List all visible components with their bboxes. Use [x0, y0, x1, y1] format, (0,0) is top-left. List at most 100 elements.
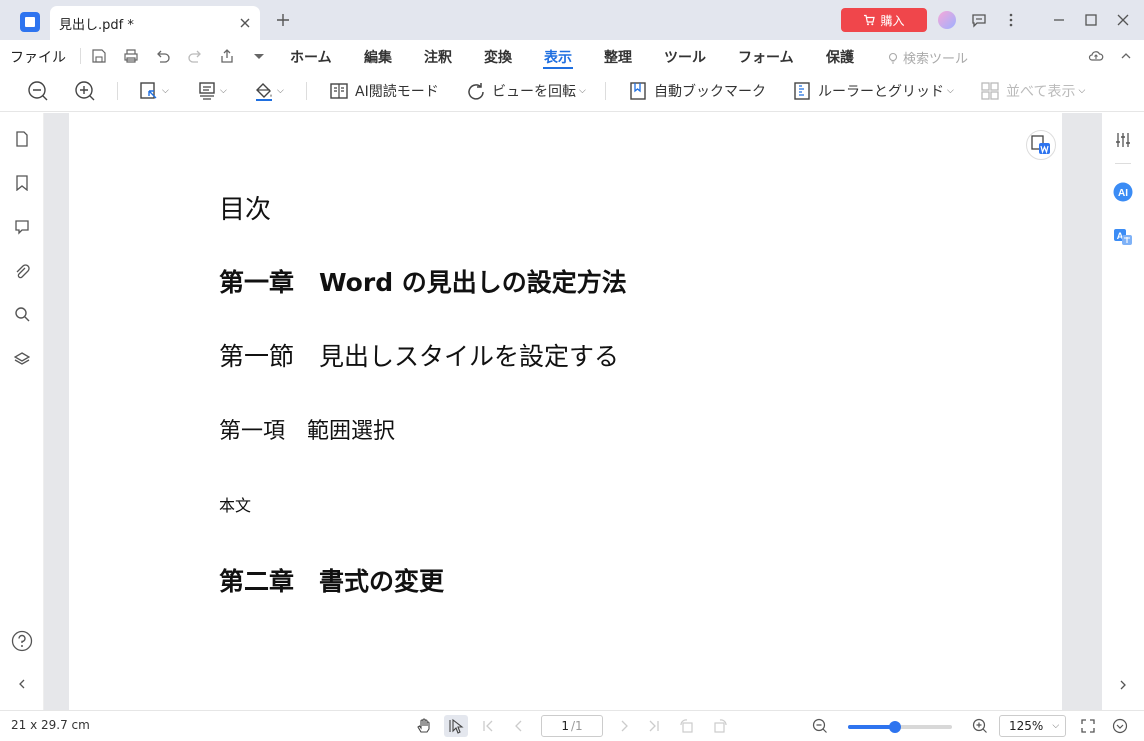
select-area-icon	[140, 82, 157, 99]
right-sidebar: AI A	[1102, 113, 1144, 710]
divider	[605, 82, 606, 100]
cloud-upload-icon[interactable]	[1088, 48, 1104, 64]
new-tab-icon[interactable]	[275, 12, 291, 28]
auto-bookmark-button[interactable]: 自動ブックマーク	[628, 80, 766, 102]
chevron-down-icon: ⌵	[1078, 86, 1086, 96]
comments-icon[interactable]	[14, 219, 30, 235]
thumbnails-icon[interactable]	[14, 131, 30, 147]
user-avatar[interactable]	[938, 11, 956, 29]
chapter-1-heading: 第一章 Word の見出しの設定方法	[219, 268, 627, 297]
current-page: 1	[561, 719, 569, 733]
chevron-down-icon: ⌵	[579, 86, 586, 96]
translate-icon[interactable]: A	[1113, 227, 1133, 247]
menu-edit[interactable]: 編集	[364, 47, 392, 67]
app-logo	[20, 12, 40, 32]
ai-assistant-icon[interactable]: AI	[1113, 182, 1133, 202]
fit-page-icon[interactable]	[1080, 718, 1096, 734]
zoom-level-select[interactable]: 125% ⌵	[999, 715, 1066, 737]
zoom-in-icon[interactable]	[74, 80, 96, 102]
last-page-icon[interactable]	[646, 718, 662, 734]
menu-file[interactable]: ファイル	[10, 47, 66, 67]
page-number-input[interactable]: 1 /1	[541, 715, 603, 737]
status-zoom-in-icon[interactable]	[972, 718, 988, 734]
page-layout-icon	[199, 82, 215, 100]
save-icon[interactable]	[91, 48, 107, 64]
side-by-side-dropdown[interactable]: 並べて表示 ⌵	[980, 80, 1085, 102]
hand-tool-icon[interactable]	[416, 718, 432, 734]
document-tab[interactable]: 見出し.pdf *	[50, 6, 260, 40]
feedback-icon[interactable]	[971, 12, 987, 28]
page-options-icon[interactable]	[1112, 718, 1128, 734]
select-tool-dropdown[interactable]: ⌵	[139, 80, 169, 102]
quick-access-dropdown-icon[interactable]	[251, 48, 267, 64]
collapse-right-icon[interactable]	[1114, 676, 1132, 694]
word-convert-icon	[1031, 135, 1050, 154]
chevron-down-icon: ⌵	[947, 86, 954, 96]
menu-home[interactable]: ホーム	[290, 47, 332, 67]
toc-heading: 目次	[219, 195, 272, 225]
body-text: 本文	[219, 496, 252, 515]
select-cursor-icon[interactable]	[448, 718, 464, 734]
chevron-down-icon: ⌵	[220, 86, 227, 96]
previous-page-icon[interactable]	[511, 718, 527, 734]
chapter-2-heading: 第二章 書式の変更	[219, 567, 445, 596]
document-canvas[interactable]: 目次 第一章 Word の見出しの設定方法 第一節 見出しスタイルを設定する 第…	[44, 113, 1102, 710]
search-tools-label: 検索ツール	[903, 52, 969, 67]
share-icon[interactable]	[219, 48, 235, 64]
close-tab-icon[interactable]	[238, 16, 252, 30]
minimize-icon[interactable]	[1051, 12, 1067, 28]
redo-icon[interactable]	[187, 48, 203, 64]
ruler-icon	[794, 82, 810, 100]
divider	[80, 48, 81, 64]
page-display-dropdown[interactable]: ⌵	[197, 80, 227, 102]
rotate-view-label: ビューを回転	[492, 84, 576, 100]
maximize-icon[interactable]	[1083, 12, 1099, 28]
bookmarks-icon[interactable]	[14, 175, 30, 191]
ruler-grid-dropdown[interactable]: ルーラーとグリッド ⌵	[792, 80, 954, 102]
status-zoom-out-icon[interactable]	[812, 718, 828, 734]
pdf-page[interactable]: 目次 第一章 Word の見出しの設定方法 第一節 見出しスタイルを設定する 第…	[69, 113, 1062, 710]
bookmark-icon	[630, 82, 646, 100]
book-icon	[330, 83, 348, 99]
zoom-slider-knob[interactable]	[888, 721, 901, 733]
properties-sliders-icon[interactable]	[1114, 131, 1132, 149]
more-options-icon[interactable]	[1003, 12, 1019, 28]
first-page-icon[interactable]	[480, 718, 496, 734]
print-icon[interactable]	[123, 48, 139, 64]
ruler-grid-label: ルーラーとグリッド	[818, 84, 944, 100]
menu-bar: ファイル ホーム 編集 注釈 変換 表示 整理 ツール フォーム 保護 検索ツー…	[0, 40, 1144, 72]
rotate-view-dropdown[interactable]: ビューを回転 ⌵	[466, 80, 586, 102]
close-window-icon[interactable]	[1115, 12, 1131, 28]
menu-organize[interactable]: 整理	[604, 47, 632, 67]
menu-view[interactable]: 表示	[544, 47, 572, 67]
search-icon[interactable]	[14, 306, 30, 322]
menu-tools[interactable]: ツール	[664, 47, 706, 67]
search-tools-button[interactable]: 検索ツール	[886, 48, 968, 67]
buy-button[interactable]: 購入	[841, 8, 927, 32]
zoom-level-value: 125%	[1009, 719, 1044, 733]
menu-form[interactable]: フォーム	[738, 47, 794, 67]
ai-reading-mode-button[interactable]: AI閲読モード	[329, 80, 439, 102]
collapse-left-icon[interactable]	[14, 676, 30, 692]
layers-icon[interactable]	[14, 351, 30, 367]
next-page-icon[interactable]	[616, 718, 632, 734]
menu-comment[interactable]: 注釈	[424, 47, 452, 67]
zoom-out-icon[interactable]	[27, 80, 49, 102]
rotate-right-icon[interactable]	[712, 718, 728, 734]
menu-protect[interactable]: 保護	[826, 47, 854, 67]
help-icon[interactable]	[11, 630, 33, 652]
tab-title: 見出し.pdf *	[59, 18, 134, 33]
zoom-slider[interactable]	[848, 721, 952, 733]
chevron-down-icon: ⌵	[162, 86, 169, 96]
background-color-dropdown[interactable]: ⌵	[254, 80, 284, 102]
undo-icon[interactable]	[155, 48, 171, 64]
collapse-ribbon-icon[interactable]	[1118, 48, 1134, 64]
menu-convert[interactable]: 変換	[484, 47, 512, 67]
auto-bookmark-label: 自動ブックマーク	[654, 84, 766, 100]
page-size-label: 21 x 29.7 cm	[11, 718, 90, 732]
convert-to-word-button[interactable]	[1026, 130, 1056, 160]
lightbulb-icon	[888, 52, 898, 64]
attachments-icon[interactable]	[14, 263, 30, 279]
rotate-left-icon[interactable]	[679, 718, 695, 734]
grid-icon	[981, 82, 999, 100]
